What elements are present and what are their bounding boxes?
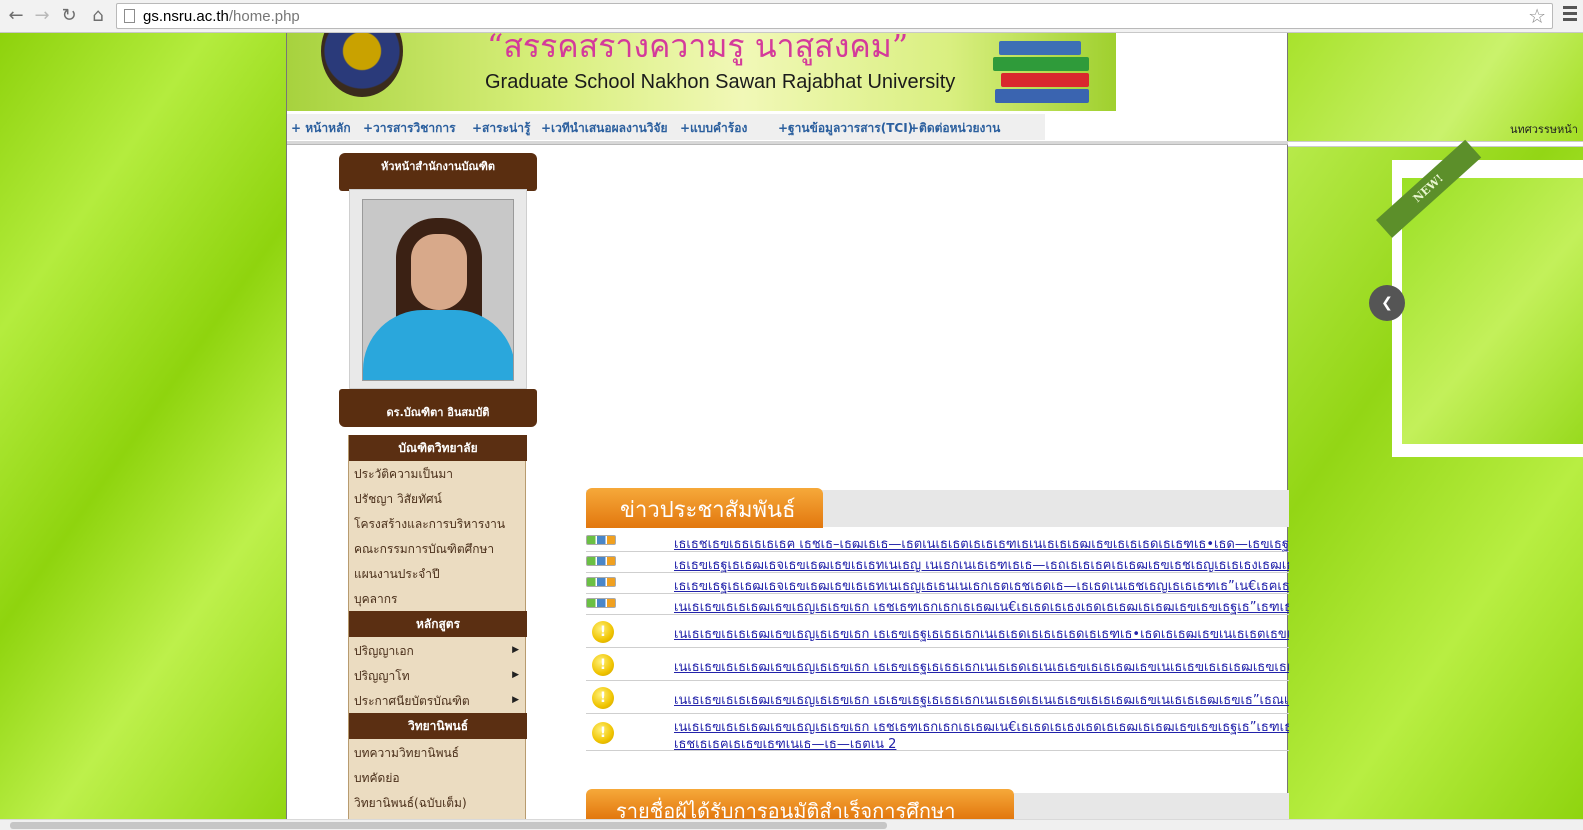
warning-icon: ! (592, 722, 614, 744)
menu-research-forum[interactable]: +เวทีนำเสนอผลงานวิจัย (541, 119, 668, 138)
right-divider (1288, 141, 1583, 147)
horizontal-scrollbar[interactable] (0, 819, 1583, 830)
sidebar-heading-graduate-school: บัณฑิตวิทยาลัย (349, 435, 527, 461)
sidebar-item-history[interactable]: ประวัติความเป็นมา (354, 465, 453, 484)
news-item: เธเธฃเธฐเธเธฒเธจเธฃเธฒเธขเธเธทเนเธญ เนเธ… (586, 552, 1289, 573)
news-item: ! เนเธเธฃเธเธเธฒเธฃเธญเธเธฃเธก เธชเธฑเธก… (586, 714, 1289, 751)
scrollbar-thumb[interactable] (10, 822, 887, 829)
submenu-arrow-icon: ▶ (512, 645, 519, 655)
header-divider (287, 141, 1289, 145)
menu-tci-database[interactable]: +ฐานข้อมูลวารสาร(TCI) (778, 119, 913, 138)
graduates-header-bar (1014, 793, 1289, 819)
browser-toolbar: ← → ↻ ⌂ gs.nsru.ac.th/home.php ☆ (0, 0, 1583, 33)
main-page: “สรรคสรางความรู นาสูสงคม” Graduate Schoo… (286, 33, 1289, 819)
site-banner: “สรรคสรางความรู นาสูสงคม” Graduate Schoo… (287, 33, 1116, 111)
page-icon (124, 9, 135, 23)
news-link[interactable]: เธเธชเธฃเธธเธเธเธฅ เธชเธ–เธฒเธเธ—เธตเนเธ… (674, 533, 1289, 554)
sidebar-item-full-thesis[interactable]: วิทยานิพนธ์(ฉบับเต็ม) (354, 794, 467, 813)
sidebar-item-graduate-diploma[interactable]: ประกาศนียบัตรบัณฑิต (354, 692, 470, 711)
chevron-left-icon[interactable]: ❮ (1369, 285, 1405, 321)
sidebar-item-structure[interactable]: โครงสร้างและการบริหารงาน (354, 515, 505, 534)
director-title: หัวหน้าสำนักงานบัณฑิต (339, 153, 537, 191)
news-link[interactable]: เนเธเธฃเธเธเธฒเธฃเธญเธเธฃเธก เธเธฃเธฐเธเ… (674, 623, 1289, 644)
sidebar-heading-thesis: วิทยานิพนธ์ (349, 713, 527, 739)
news-item: เนเธเธฃเธเธเธฒเธฃเธญเธเธฃเธก เธชเธฑเธกเธ… (586, 594, 1289, 615)
sidebar-item-master[interactable]: ปริญญาโท (354, 667, 410, 686)
address-bar[interactable]: gs.nsru.ac.th/home.php ☆ (116, 3, 1553, 29)
news-link-continued[interactable]: เธชเธเธฅเธเธฃเธฑเนเธ—เธ—เธตเน 2 (674, 733, 896, 751)
director-name: ดร.บัณฑิตา อินสมบัติ (339, 389, 537, 427)
sidebar-item-abstracts[interactable]: บทคัดย่อ (354, 769, 400, 788)
right-header-label: นทศวรรษหน้า (1510, 123, 1578, 136)
menu-knowledge[interactable]: +สาระน่ารู้ (472, 119, 530, 138)
menu-home[interactable]: + หน้าหลัก (291, 119, 351, 138)
new-badge-icon (586, 577, 616, 587)
news-list: เธเธชเธฃเธธเธเธเธฅ เธชเธ–เธฒเธเธ—เธตเนเธ… (586, 531, 1289, 751)
new-badge-icon (586, 556, 616, 566)
graduates-heading: รายชื่อผู้ได้รับการอนุมัติสำเร็จการศึกษา (616, 799, 956, 819)
news-link[interactable]: เธเธฃเธฐเธเธฒเธจเธฃเธฒเธขเธเธทเนเธญ เนเธ… (674, 554, 1289, 575)
news-item: ! เนเธเธฃเธเธเธฒเธฃเธญเธเธฃเธก เธเธฃเธฐเ… (586, 648, 1289, 681)
news-heading: ข่าวประชาสัมพันธ์ (620, 498, 796, 523)
news-item: เธเธฃเธฐเธเธฒเธจเธฃเธฒเธขเธเธทเนเธญเธเธน… (586, 573, 1289, 594)
news-heading-tab: ข่าวประชาสัมพันธ์ (586, 488, 823, 528)
news-link[interactable]: เนเธเธฃเธเธเธฒเธฃเธญเธเธฃเธก เธเธฃเธฐเธเ… (674, 689, 1289, 710)
news-link[interactable]: เนเธเธฃเธเธเธฒเธฃเธญเธเธฃเธก เธเธฃเธฐเธเ… (674, 656, 1289, 677)
news-link[interactable]: เนเธเธฃเธเธเธฒเธฃเธญเธเธฃเธก เธชเธฑเธกเธ… (674, 596, 1289, 617)
menu-contact[interactable]: +ติดต่อหน่วยงาน (909, 119, 1000, 138)
warning-icon: ! (592, 621, 614, 643)
new-badge-icon (586, 598, 616, 608)
reload-icon[interactable]: ↻ (57, 4, 81, 28)
sidebar-item-philosophy[interactable]: ปรัชญา วิสัยทัศน์ (354, 490, 442, 509)
warning-icon: ! (592, 654, 614, 676)
menu-journal[interactable]: +วารสารวิชาการ (363, 119, 456, 138)
director-box: หัวหน้าสำนักงานบัณฑิต ดร.บัณฑิตา อินสมบั… (339, 153, 537, 433)
home-icon[interactable]: ⌂ (86, 4, 110, 28)
sidebar-item-thesis-articles[interactable]: บทความวิทยานิพนธ์ (354, 744, 459, 763)
submenu-arrow-icon: ▶ (512, 670, 519, 680)
director-photo (362, 199, 514, 381)
warning-icon: ! (592, 687, 614, 709)
bookmark-star-icon[interactable]: ☆ (1528, 4, 1546, 28)
sidebar-item-doctorate[interactable]: ปริญญาเอก (354, 642, 414, 661)
browser-menu-icon[interactable] (1563, 6, 1577, 24)
news-item: ! เนเธเธฃเธเธเธฒเธฃเธญเธเธฃเธก เธเธฃเธฐเ… (586, 615, 1289, 648)
banner-school-name: Graduate School Nakhon Sawan Rajabhat Un… (485, 71, 956, 93)
director-photo-frame (349, 189, 527, 389)
new-badge-icon (586, 535, 616, 545)
lime-background-left (0, 33, 286, 819)
url-text[interactable]: gs.nsru.ac.th/home.php (143, 8, 300, 25)
main-menu: + หน้าหลัก +วารสารวิชาการ +สาระน่ารู้ +เ… (287, 114, 1045, 140)
sidebar-item-staff[interactable]: บุคลากร (354, 590, 397, 609)
sidebar-menu: บัณฑิตวิทยาลัย ประวัติความเป็นมา ปรัชญา … (348, 435, 527, 819)
sidebar-item-committee[interactable]: คณะกรรมการบัณฑิตศึกษา (354, 540, 494, 559)
banner-slogan: “สรรคสรางความรู นาสูสงคม” (487, 33, 909, 65)
university-logo (321, 33, 403, 97)
news-slider-image[interactable] (1402, 178, 1583, 444)
news-item: เธเธชเธฃเธธเธเธเธฅ เธชเธ–เธฒเธเธ—เธตเนเธ… (586, 531, 1289, 552)
menu-request-forms[interactable]: +แบบคำร้อง (680, 119, 747, 138)
news-link[interactable]: เธเธฃเธฐเธเธฒเธจเธฃเธฒเธขเธเธทเนเธญเธเธน… (674, 575, 1289, 596)
sidebar-heading-curriculum: หลักสูตร (349, 611, 527, 637)
news-item: ! เนเธเธฃเธเธเธฒเธฃเธญเธเธฃเธก เธเธฃเธฐเ… (586, 681, 1289, 714)
sidebar-item-annual-plan[interactable]: แผนงานประจำปี (354, 565, 440, 584)
back-arrow-icon[interactable]: ← (4, 4, 28, 28)
graduates-heading-tab: รายชื่อผู้ได้รับการอนุมัติสำเร็จการศึกษา (586, 789, 1014, 819)
books-illustration (989, 33, 1099, 111)
submenu-arrow-icon: ▶ (512, 695, 519, 705)
forward-arrow-icon[interactable]: → (30, 4, 54, 28)
